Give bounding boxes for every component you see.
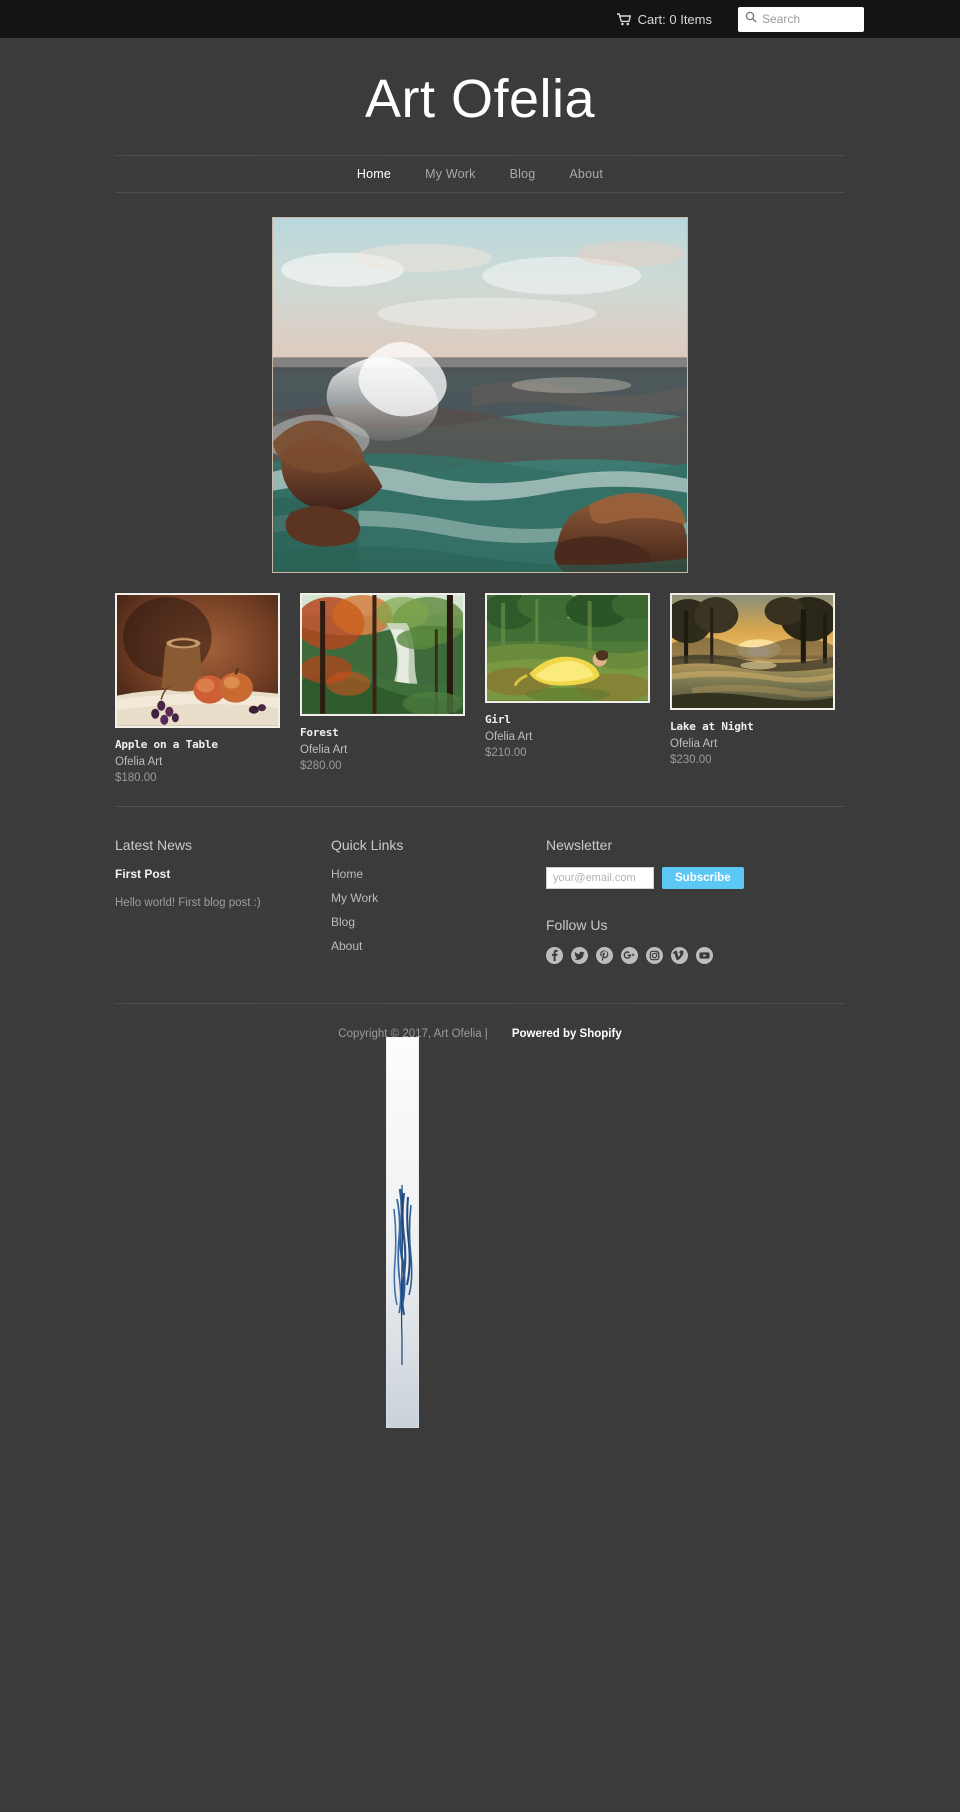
newsletter-form: Subscribe: [546, 867, 845, 890]
page-container: Art Ofelia Home My Work Blog About Apple…: [115, 38, 845, 1070]
product-title[interactable]: Lake at Night: [670, 720, 835, 733]
site-footer: Latest News First Post Hello world! Firs…: [115, 807, 845, 979]
twitter-icon[interactable]: [571, 947, 588, 969]
product-price: $180.00: [115, 772, 157, 785]
newsletter-heading: Newsletter: [546, 837, 613, 854]
product-image-apple-on-a-table[interactable]: [115, 593, 280, 729]
footer-column-quick-links: Quick Links Home My Work Blog About: [331, 837, 546, 969]
product-vendor: Ofelia Art: [485, 731, 533, 744]
product-image-lake-at-night[interactable]: [670, 593, 835, 711]
subscribe-button[interactable]: Subscribe: [662, 867, 744, 890]
nav-item-my-work[interactable]: My Work: [425, 167, 475, 181]
blog-post-link[interactable]: First Post: [115, 867, 331, 881]
product-image-forest[interactable]: [300, 593, 465, 717]
nav-item-home[interactable]: Home: [357, 167, 391, 181]
nav-item-about[interactable]: About: [569, 167, 603, 181]
footer-column-latest-news: Latest News First Post Hello world! Firs…: [115, 837, 331, 969]
quick-links-heading: Quick Links: [331, 837, 404, 854]
powered-by-link[interactable]: Powered by Shopify: [512, 1028, 622, 1040]
product-title[interactable]: Girl: [485, 713, 650, 726]
quick-link-my-work[interactable]: My Work: [331, 891, 546, 905]
pinterest-icon[interactable]: [596, 947, 613, 969]
facebook-icon[interactable]: [546, 947, 563, 969]
google-plus-icon[interactable]: [621, 947, 638, 969]
product-price: $210.00: [485, 747, 527, 760]
product-vendor: Ofelia Art: [115, 756, 163, 769]
product-card: Lake at Night Ofelia Art $230.00: [670, 593, 835, 766]
cart-link[interactable]: Cart: 0 Items: [616, 11, 712, 27]
product-grid: Apple on a Table Ofelia Art $180.00 Fore…: [115, 593, 845, 808]
footer-column-newsletter: Newsletter Subscribe Follow Us: [546, 837, 845, 969]
product-price: $280.00: [300, 760, 342, 773]
product-card: Forest Ofelia Art $280.00: [300, 593, 465, 772]
product-price: $230.00: [670, 754, 712, 767]
floating-artwork-strip: [385, 1036, 420, 1429]
page-title: Art Ofelia: [364, 69, 596, 129]
nav-item-blog[interactable]: Blog: [510, 167, 536, 181]
email-field[interactable]: [546, 867, 654, 890]
top-bar: Cart: 0 Items: [0, 0, 960, 38]
vimeo-icon[interactable]: [671, 947, 688, 969]
product-card: Apple on a Table Ofelia Art $180.00: [115, 593, 280, 784]
product-image-girl[interactable]: [485, 593, 650, 704]
product-card: Girl Ofelia Art $210.00: [485, 593, 650, 759]
social-links: [546, 947, 845, 969]
product-vendor: Ofelia Art: [670, 738, 718, 751]
quick-link-home[interactable]: Home: [331, 867, 546, 881]
quick-link-about[interactable]: About: [331, 939, 546, 953]
quick-link-blog[interactable]: Blog: [331, 915, 546, 929]
youtube-icon[interactable]: [696, 947, 713, 969]
main-navigation: Home My Work Blog About: [115, 155, 845, 194]
blog-post-excerpt: Hello world! First blog post :): [115, 897, 261, 910]
hero-artwork-image[interactable]: [272, 217, 688, 574]
copyright-bar: Copyright © 2017, Art Ofelia | Powered b…: [115, 1003, 845, 1070]
instagram-icon[interactable]: [646, 947, 663, 969]
search-box[interactable]: [738, 6, 864, 32]
product-vendor: Ofelia Art: [300, 744, 348, 757]
product-title[interactable]: Apple on a Table: [115, 738, 280, 751]
search-input[interactable]: [738, 6, 864, 32]
product-title[interactable]: Forest: [300, 726, 465, 739]
cart-label: Cart: 0 Items: [637, 11, 712, 27]
shopping-cart-icon: [616, 12, 631, 26]
latest-news-heading: Latest News: [115, 837, 193, 854]
follow-us-heading: Follow Us: [546, 917, 608, 934]
